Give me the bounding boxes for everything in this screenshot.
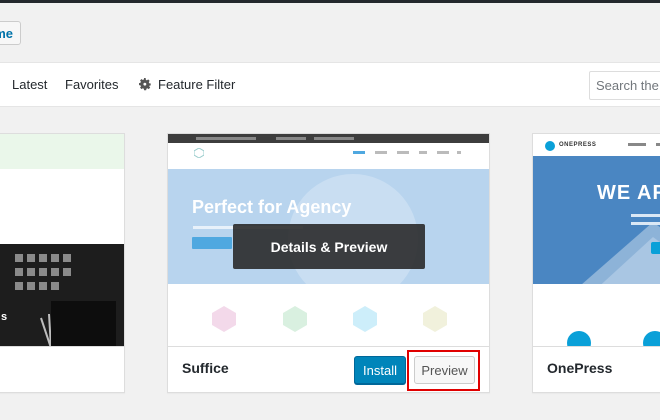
theme-name: Suffice bbox=[182, 360, 229, 376]
tab-feature-filter[interactable]: Feature Filter bbox=[139, 77, 235, 92]
theme-name: OnePress bbox=[547, 360, 613, 376]
onepress-logo-icon bbox=[545, 141, 555, 151]
feature-filter-label: Feature Filter bbox=[158, 77, 236, 92]
suffice-hero-title: Perfect for Agency bbox=[192, 197, 352, 217]
upload-theme-button[interactable]: me bbox=[0, 21, 21, 45]
feature-icon bbox=[283, 306, 307, 332]
feature-icon bbox=[212, 306, 236, 332]
preview-button[interactable]: Preview bbox=[414, 356, 475, 384]
gear-icon bbox=[139, 78, 151, 91]
theme-screenshot: s bbox=[0, 134, 124, 348]
admin-top-bar bbox=[0, 0, 660, 3]
onepress-logo-text: ONEPRESS bbox=[559, 142, 597, 148]
feature-icon bbox=[353, 306, 377, 332]
theme-card[interactable]: s bbox=[0, 133, 125, 393]
details-preview-button[interactable]: Details & Preview bbox=[233, 224, 425, 269]
theme-screenshot: ONEPRESS WE AR bbox=[533, 134, 660, 348]
search-themes-input[interactable] bbox=[589, 71, 660, 100]
theme-name-bar bbox=[0, 346, 124, 392]
tab-latest[interactable]: Latest bbox=[12, 77, 47, 92]
theme-card-onepress[interactable]: ONEPRESS WE AR OnePress bbox=[532, 133, 660, 393]
theme-name-bar: OnePress bbox=[533, 346, 660, 392]
calendar-graphic bbox=[13, 252, 73, 296]
install-button[interactable]: Install bbox=[354, 356, 406, 384]
onepress-hero-title: WE AR bbox=[597, 182, 660, 204]
suffice-logo-icon bbox=[194, 148, 204, 158]
theme-filter-bar: Latest Favorites Feature Filter bbox=[0, 62, 660, 107]
tab-favorites[interactable]: Favorites bbox=[65, 77, 118, 92]
feature-icon bbox=[423, 306, 447, 332]
suffice-hero-button bbox=[192, 237, 232, 249]
